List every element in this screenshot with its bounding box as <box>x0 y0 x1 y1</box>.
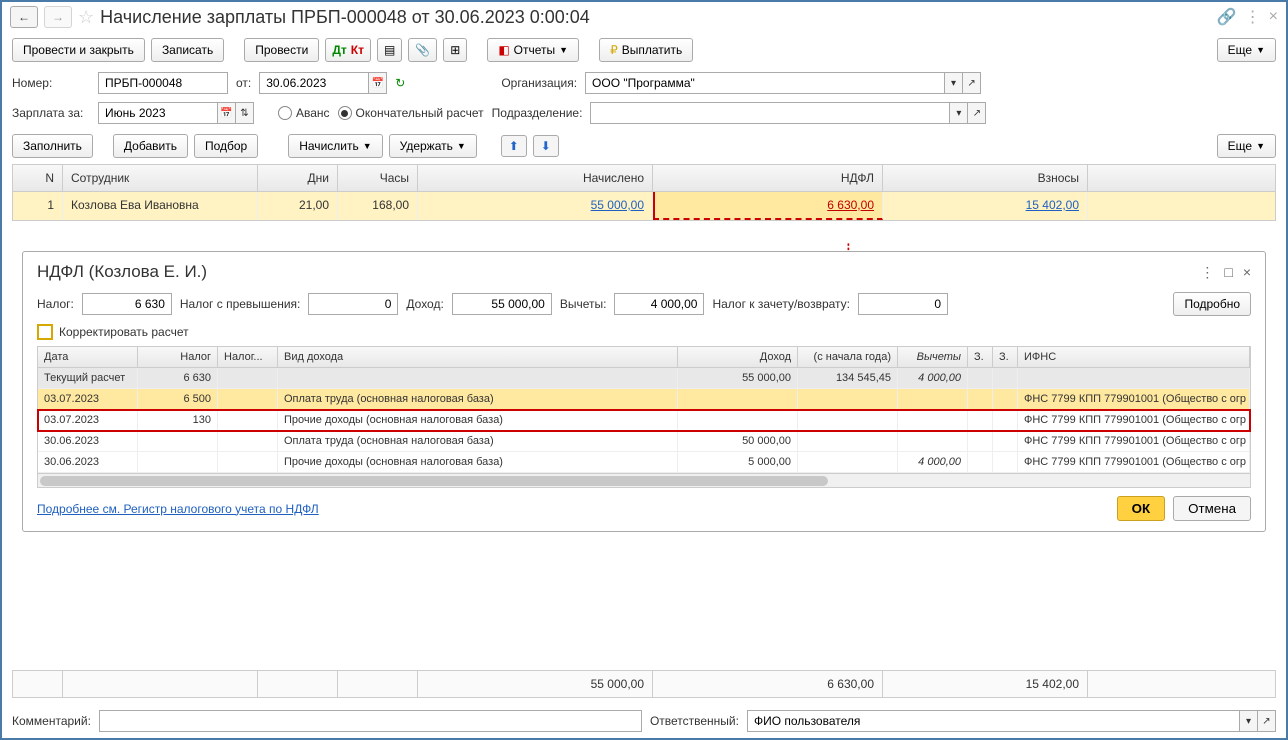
accrued-link[interactable]: 55 000,00 <box>591 198 644 212</box>
org-label: Организация: <box>501 76 577 90</box>
advance-radio[interactable]: Аванс <box>278 106 330 120</box>
table-row[interactable]: 03.07.20236 500Оплата труда (основная на… <box>38 389 1250 410</box>
ndfl-link[interactable]: 6 630,00 <box>827 198 874 212</box>
cancel-button[interactable]: Отмена <box>1173 496 1251 521</box>
table-more-button[interactable]: Еще▼ <box>1217 134 1276 158</box>
org-input[interactable] <box>585 72 945 94</box>
attach-icon-button[interactable]: 📎 <box>408 38 437 62</box>
dt-kt-button[interactable]: ДтКт <box>325 38 371 62</box>
ndfl-detail-panel: НДФЛ (Козлова Е. И.) ⋮ □ × Налог: Налог … <box>22 251 1266 532</box>
responsible-dropdown-button[interactable]: ▾ <box>1240 710 1258 732</box>
date-input[interactable] <box>259 72 369 94</box>
ndfl-lines-table: Дата Налог Налог... Вид дохода Доход (с … <box>37 346 1251 488</box>
excess-input[interactable] <box>308 293 398 315</box>
responsible-label: Ответственный: <box>650 714 739 728</box>
reports-button[interactable]: ◧Отчеты▼ <box>487 38 579 62</box>
kebab-icon[interactable]: ⋮ <box>1245 7 1261 27</box>
tax-label: Налог: <box>37 297 74 311</box>
final-radio[interactable]: Окончательный расчет <box>338 106 484 120</box>
period-calendar-icon[interactable]: 📅 <box>218 102 236 124</box>
pick-button[interactable]: Подбор <box>194 134 258 158</box>
correct-checkbox[interactable] <box>37 324 53 340</box>
col-ndfl: НДФЛ <box>653 165 883 191</box>
total-ndfl: 6 630,00 <box>653 671 883 697</box>
table-row[interactable]: 30.06.2023Прочие доходы (основная налого… <box>38 452 1250 473</box>
correct-label: Корректировать расчет <box>59 325 189 339</box>
from-label: от: <box>236 76 251 90</box>
dept-label: Подразделение: <box>492 106 583 120</box>
col-contributions: Взносы <box>883 165 1088 191</box>
withhold-button[interactable]: Удержать▼ <box>389 134 477 158</box>
dept-open-button[interactable]: ↗ <box>968 102 986 124</box>
col-days: Дни <box>258 165 338 191</box>
detail-kebab-icon[interactable]: ⋮ <box>1200 264 1214 281</box>
col-n: N <box>13 165 63 191</box>
refresh-icon[interactable]: ↻ <box>395 76 405 90</box>
col-employee: Сотрудник <box>63 165 258 191</box>
contributions-link[interactable]: 15 402,00 <box>1026 198 1079 212</box>
deductions-input[interactable] <box>614 293 704 315</box>
detail-close-icon[interactable]: × <box>1243 264 1251 281</box>
nav-forward-button[interactable]: → <box>44 6 72 28</box>
nav-back-button[interactable]: ← <box>10 6 38 28</box>
total-contributions: 15 402,00 <box>883 671 1088 697</box>
credit-label: Налог к зачету/возврату: <box>712 297 850 311</box>
fill-button[interactable]: Заполнить <box>12 134 93 158</box>
income-input[interactable] <box>452 293 552 315</box>
col-accrued: Начислено <box>418 165 653 191</box>
comment-label: Комментарий: <box>12 714 91 728</box>
employees-table: N Сотрудник Дни Часы Начислено НДФЛ Взно… <box>12 164 1276 221</box>
more-button[interactable]: Еще▼ <box>1217 38 1276 62</box>
org-open-button[interactable]: ↗ <box>963 72 981 94</box>
close-icon[interactable]: × <box>1269 8 1278 26</box>
detail-more-button[interactable]: Подробно <box>1173 292 1251 316</box>
calendar-icon[interactable]: 📅 <box>369 72 387 94</box>
add-button[interactable]: Добавить <box>113 134 188 158</box>
salary-for-label: Зарплата за: <box>12 106 90 120</box>
number-input[interactable] <box>98 72 228 94</box>
save-button[interactable]: Записать <box>151 38 224 62</box>
income-label: Доход: <box>406 297 443 311</box>
ok-button[interactable]: ОК <box>1117 496 1166 521</box>
table-row[interactable]: 30.06.2023Оплата труда (основная налогов… <box>38 431 1250 452</box>
horizontal-scrollbar[interactable] <box>38 473 1250 487</box>
post-close-button[interactable]: Провести и закрыть <box>12 38 145 62</box>
number-label: Номер: <box>12 76 90 90</box>
totals-row: 55 000,00 6 630,00 15 402,00 <box>12 670 1276 698</box>
org-dropdown-button[interactable]: ▾ <box>945 72 963 94</box>
pay-button[interactable]: ₽Выплатить <box>599 38 693 62</box>
table-row[interactable]: Текущий расчет6 63055 000,00134 545,454 … <box>38 368 1250 389</box>
detail-title: НДФЛ (Козлова Е. И.) <box>37 262 207 282</box>
tax-input[interactable] <box>82 293 172 315</box>
accrue-button[interactable]: Начислить▼ <box>288 134 382 158</box>
favorite-icon[interactable]: ☆ <box>78 7 94 28</box>
responsible-open-button[interactable]: ↗ <box>1258 710 1276 732</box>
period-stepper[interactable]: ⇅ <box>236 102 254 124</box>
responsible-input[interactable] <box>747 710 1240 732</box>
move-up-button[interactable]: ⬆ <box>501 135 527 157</box>
post-button[interactable]: Провести <box>244 38 319 62</box>
table-row[interactable]: 1 Козлова Ева Ивановна 21,00 168,00 55 0… <box>13 192 1275 220</box>
move-down-button[interactable]: ⬇ <box>533 135 559 157</box>
col-hours: Часы <box>338 165 418 191</box>
list-icon-button[interactable]: ▤ <box>377 38 402 62</box>
comment-input[interactable] <box>99 710 642 732</box>
total-accrued: 55 000,00 <box>418 671 653 697</box>
dept-input[interactable] <box>590 102 950 124</box>
credit-input[interactable] <box>858 293 948 315</box>
deductions-label: Вычеты: <box>560 297 607 311</box>
detail-maximize-icon[interactable]: □ <box>1224 264 1232 281</box>
period-input[interactable] <box>98 102 218 124</box>
ndfl-register-link[interactable]: Подробнее см. Регистр налогового учета п… <box>37 502 319 516</box>
table-row[interactable]: 03.07.2023130Прочие доходы (основная нал… <box>38 410 1250 431</box>
grid-icon-button[interactable]: ⊞ <box>443 38 467 62</box>
link-icon[interactable]: 🔗 <box>1217 7 1237 27</box>
dept-dropdown-button[interactable]: ▾ <box>950 102 968 124</box>
excess-label: Налог с превышения: <box>180 297 301 311</box>
page-title: Начисление зарплаты ПРБП-000048 от 30.06… <box>100 7 590 28</box>
